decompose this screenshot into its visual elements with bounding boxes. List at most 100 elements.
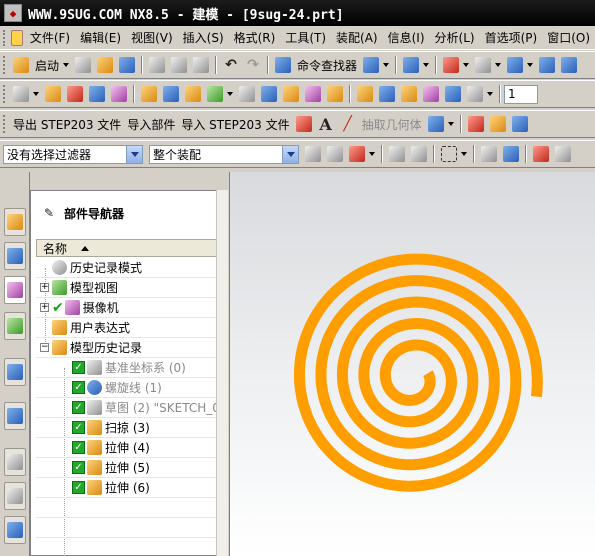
- snap-point-dropdown-arrow[interactable]: [369, 152, 375, 156]
- copy-icon[interactable]: [171, 57, 188, 73]
- menu-window[interactable]: 窗口(O): [542, 26, 595, 49]
- tree-node-extrude-4[interactable]: ✓ 拉伸 (4): [36, 438, 219, 458]
- tube-icon[interactable]: [445, 86, 461, 102]
- edge-blend-icon[interactable]: [163, 86, 179, 102]
- new-file-icon[interactable]: [75, 57, 92, 73]
- save-options-icon[interactable]: [363, 57, 380, 73]
- visibility-checkbox[interactable]: ✓: [72, 441, 85, 454]
- save-icon[interactable]: [119, 57, 136, 73]
- revolve-icon[interactable]: [67, 86, 83, 102]
- tree-node-helix[interactable]: ✓ 螺旋线 (1): [36, 378, 219, 398]
- start-icon[interactable]: [13, 57, 29, 73]
- rectangle-select-dropdown-arrow[interactable]: [461, 152, 467, 156]
- tree-node-user-expressions[interactable]: 用户表达式: [36, 318, 219, 338]
- snap-midpoint-icon[interactable]: [555, 146, 571, 162]
- toolbar-grip[interactable]: [3, 56, 7, 74]
- save-options-dropdown-arrow[interactable]: [383, 63, 390, 67]
- sphere-icon[interactable]: [423, 86, 439, 102]
- visibility-checkbox[interactable]: ✓: [72, 361, 85, 374]
- render-style-dropdown-arrow[interactable]: [495, 63, 502, 67]
- expand-toggle[interactable]: +: [40, 283, 49, 292]
- visibility-checkbox[interactable]: ✓: [72, 401, 85, 414]
- menu-preferences[interactable]: 首选项(P): [480, 26, 543, 49]
- cone-icon[interactable]: [401, 86, 417, 102]
- more-features-dropdown-arrow[interactable]: [487, 92, 493, 96]
- sketch-dropdown-arrow[interactable]: [33, 92, 39, 96]
- orient-view-icon[interactable]: [507, 57, 524, 73]
- wave-link-icon[interactable]: [467, 116, 484, 132]
- datum-icon[interactable]: [89, 86, 105, 102]
- line-icon[interactable]: ╱: [340, 116, 356, 132]
- general-selection-icon[interactable]: [305, 146, 321, 162]
- pin-icon[interactable]: ✎: [42, 206, 56, 220]
- select-body-icon[interactable]: [503, 146, 519, 162]
- stop-icon[interactable]: [295, 116, 312, 132]
- select-all-icon[interactable]: [481, 146, 497, 162]
- extract-geometry-button[interactable]: 抽取几何体: [359, 116, 425, 133]
- visibility-checkbox[interactable]: ✓: [72, 381, 85, 394]
- hole-icon[interactable]: [111, 86, 127, 102]
- synchronous-icon[interactable]: [489, 116, 506, 132]
- rectangle-select-icon[interactable]: [441, 146, 457, 162]
- column-header-name[interactable]: 名称: [36, 239, 219, 257]
- spiral-band[interactable]: [294, 253, 543, 492]
- visibility-checkbox[interactable]: ✓: [72, 481, 85, 494]
- menu-format[interactable]: 格式(R): [229, 26, 281, 49]
- tree-node-history-mode[interactable]: 历史记录模式: [36, 258, 219, 278]
- toolbar-grip[interactable]: [3, 85, 7, 103]
- menu-tools[interactable]: 工具(T): [280, 26, 331, 49]
- selection-tools-icon[interactable]: [403, 57, 420, 73]
- import-step-button[interactable]: 导入 STEP203 文件: [178, 116, 292, 133]
- unite-icon[interactable]: [141, 86, 157, 102]
- collapse-toggle[interactable]: −: [40, 343, 49, 352]
- face-rule-icon[interactable]: [411, 146, 427, 162]
- tab-hd3d-tools[interactable]: [4, 358, 26, 386]
- reset-filter-icon[interactable]: [327, 146, 343, 162]
- start-button[interactable]: 启动: [32, 57, 62, 74]
- fit-view-dropdown-arrow[interactable]: [463, 63, 470, 67]
- spiral-model[interactable]: [230, 172, 595, 556]
- tab-part-navigator[interactable]: [4, 276, 26, 304]
- menu-edit[interactable]: 编辑(E): [75, 26, 126, 49]
- move-face-icon[interactable]: [511, 116, 528, 132]
- menubar-grip[interactable]: [3, 29, 7, 46]
- tree-node-datum-csys[interactable]: ✓ 基准坐标系 (0): [36, 358, 219, 378]
- shell-dropdown-arrow[interactable]: [227, 92, 233, 96]
- navigator-scrollbar[interactable]: [216, 190, 228, 556]
- start-dropdown-arrow[interactable]: [63, 63, 70, 67]
- cylinder-icon[interactable]: [379, 86, 395, 102]
- import-part-button[interactable]: 导入部件: [124, 116, 178, 133]
- chamfer-icon[interactable]: [185, 86, 201, 102]
- orient-view-dropdown-arrow[interactable]: [527, 63, 534, 67]
- expand-toggle[interactable]: +: [40, 303, 49, 312]
- sketch-icon[interactable]: [13, 86, 29, 102]
- type-filter-select[interactable]: 没有选择过滤器: [3, 144, 143, 164]
- menu-assemblies[interactable]: 装配(A): [331, 26, 383, 49]
- tree-node-extrude-6[interactable]: ✓ 拉伸 (6): [36, 478, 219, 498]
- analysis-icon[interactable]: [427, 116, 444, 132]
- text-icon[interactable]: A: [318, 115, 334, 134]
- tab-constraint-navigator[interactable]: [4, 242, 26, 270]
- open-folder-icon[interactable]: [97, 57, 114, 73]
- menu-file[interactable]: 文件(F): [25, 26, 75, 49]
- wireframe-cube-icon[interactable]: [561, 57, 578, 73]
- menu-insert[interactable]: 插入(S): [178, 26, 229, 49]
- toolbar-grip[interactable]: [3, 115, 7, 133]
- fit-view-icon[interactable]: [443, 57, 460, 73]
- nx-menu-icon[interactable]: [11, 29, 23, 46]
- graphics-window[interactable]: [229, 172, 595, 556]
- shaded-cube-icon[interactable]: [539, 57, 556, 73]
- tree-node-model-views[interactable]: + 模型视图: [36, 278, 219, 298]
- cut-icon[interactable]: [149, 57, 166, 73]
- analysis-dropdown-arrow[interactable]: [447, 122, 454, 126]
- trim-body-icon[interactable]: [239, 86, 255, 102]
- visibility-checkbox[interactable]: ✓: [72, 461, 85, 474]
- paste-icon[interactable]: [193, 57, 210, 73]
- tree-node-cameras[interactable]: + ✔ 摄像机: [36, 298, 219, 318]
- tab-system-materials[interactable]: [4, 482, 26, 510]
- menu-information[interactable]: 信息(I): [383, 26, 430, 49]
- tree-node-extrude-5[interactable]: ✓ 拉伸 (5): [36, 458, 219, 478]
- command-finder-icon[interactable]: [275, 57, 292, 73]
- thicken-icon[interactable]: [467, 86, 483, 102]
- tab-web-browser[interactable]: [4, 402, 26, 430]
